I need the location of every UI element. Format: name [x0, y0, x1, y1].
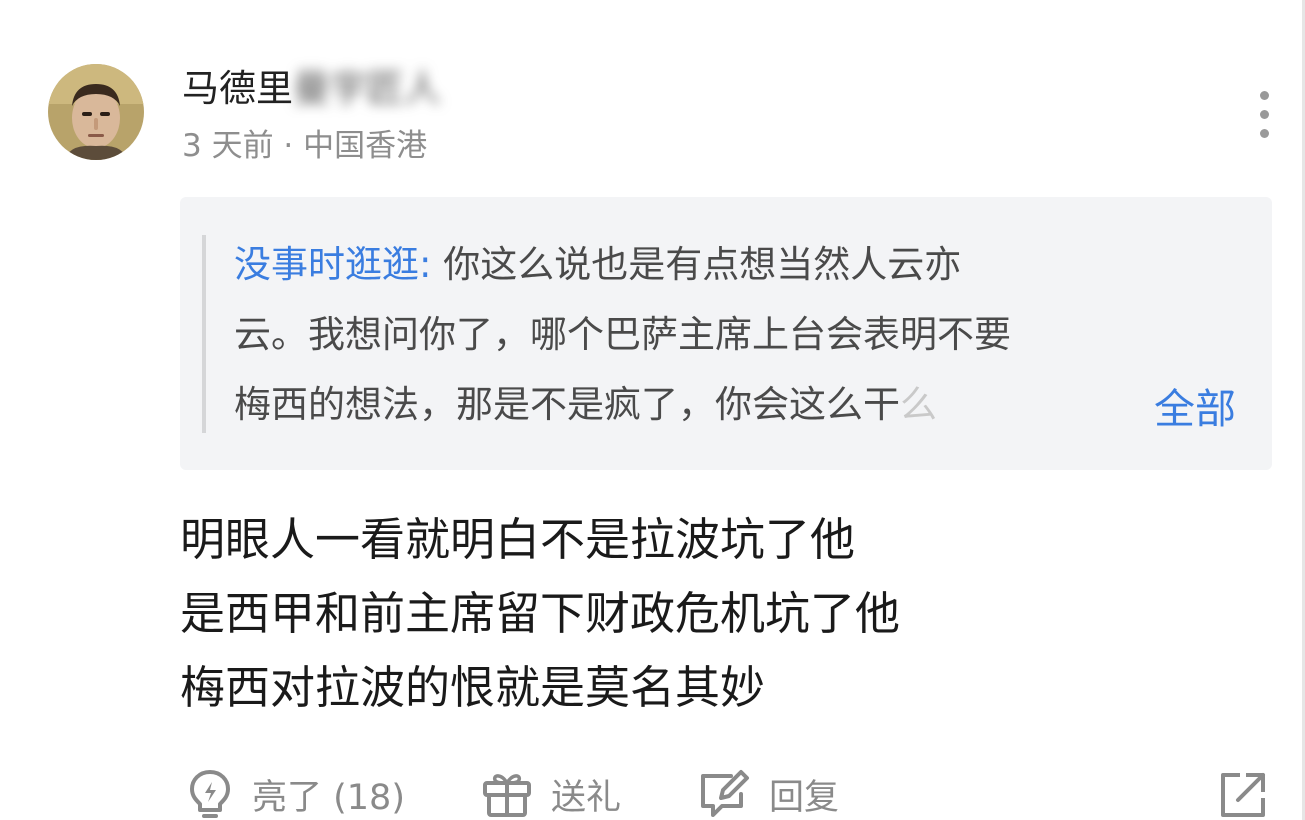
quote-bar [202, 235, 206, 433]
like-count-label: 亮了 (18) [252, 777, 405, 818]
username[interactable]: 马德里曼宇匠人 [182, 62, 441, 116]
more-vertical-icon [1260, 110, 1269, 119]
share-external-icon [1221, 773, 1265, 817]
user-avatar-photo-icon [48, 64, 144, 160]
more-options-button[interactable] [1250, 88, 1280, 144]
quote-line-2: 云。我想问你了，哪个巴萨主席上台会表明不要 [234, 313, 1011, 356]
like-button[interactable]: 亮了 (18) [186, 764, 405, 820]
quote-line-1-text: 你这么说也是有点想当然人云亦 [431, 243, 962, 286]
reply-button[interactable]: 回复 [697, 764, 839, 820]
reply-label: 回复 [769, 777, 840, 818]
quote-line-3-faded: 么 [900, 383, 937, 426]
quote-line-3: 梅西的想法，那是不是疯了，你会这么干么 [234, 370, 1244, 440]
quote-line-1: 没事时逛逛: 你这么说也是有点想当然人云亦 [234, 230, 1244, 300]
avatar[interactable] [48, 64, 144, 160]
comment-body: 明眼人一看就明白不是拉波坑了他 是西甲和前主席留下财政危机坑了他 梅西对拉波的恨… [180, 503, 900, 725]
quote-author-link[interactable]: 没事时逛逛: [234, 243, 431, 286]
quote-text: 没事时逛逛: 你这么说也是有点想当然人云亦 云。我想问你了，哪个巴萨主席上台会表… [234, 230, 1244, 440]
gift-label: 送礼 [551, 777, 622, 818]
comment-body-line: 梅西对拉波的恨就是莫名其妙 [180, 661, 766, 714]
gift-icon [483, 774, 531, 817]
lightbulb-icon [190, 770, 230, 818]
more-vertical-icon [1260, 91, 1269, 100]
comment-meta: 3 天前 · 中国香港 [182, 128, 428, 164]
comment-page: 马德里曼宇匠人 3 天前 · 中国香港 没事时逛逛: 你这么说也是有点想当然人云… [0, 0, 1305, 820]
more-vertical-icon [1260, 129, 1269, 138]
reply-edit-icon [701, 770, 749, 817]
gift-button[interactable]: 送礼 [481, 764, 621, 820]
username-visible: 马德里 [182, 67, 293, 110]
comment-body-line: 是西甲和前主席留下财政危机坑了他 [180, 587, 901, 640]
quote-line-3-text: 梅西的想法，那是不是疯了，你会这么干 [234, 383, 900, 426]
share-button[interactable] [1218, 770, 1268, 820]
username-blurred: 曼宇匠人 [293, 67, 441, 110]
expand-all-link[interactable]: 全部 [1154, 376, 1236, 442]
quoted-reply[interactable]: 没事时逛逛: 你这么说也是有点想当然人云亦 云。我想问你了，哪个巴萨主席上台会表… [180, 197, 1272, 470]
comment-body-line: 明眼人一看就明白不是拉波坑了他 [180, 513, 856, 566]
